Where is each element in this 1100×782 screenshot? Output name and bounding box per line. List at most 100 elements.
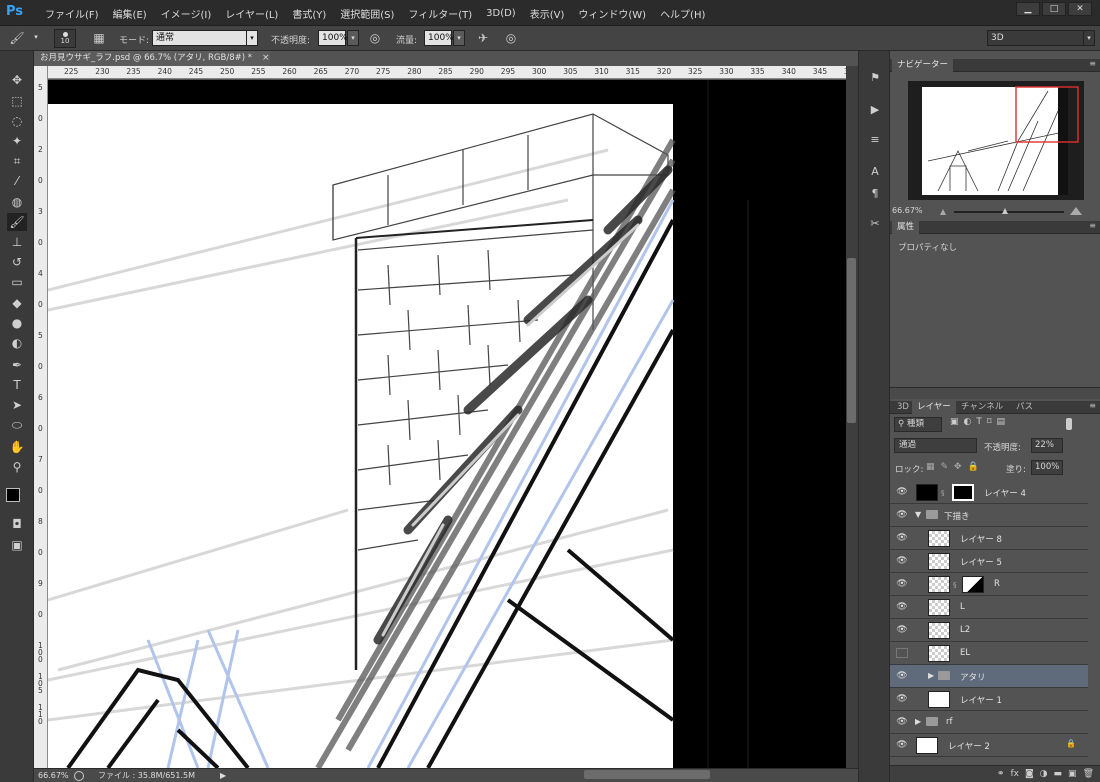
brush-panel-icon[interactable]: ▦: [90, 30, 108, 47]
chevron-down-icon[interactable]: ▾: [246, 30, 258, 46]
zoom-slider[interactable]: [954, 211, 1064, 213]
menu-window[interactable]: ウィンドウ(W): [571, 6, 653, 21]
history-brush-icon[interactable]: ↺: [7, 253, 27, 271]
type-tool-icon[interactable]: T: [7, 376, 27, 394]
brush-tool-icon[interactable]: 🖌: [8, 30, 26, 47]
quick-mask-icon[interactable]: ◘: [7, 515, 27, 533]
character-panel-icon[interactable]: A: [866, 163, 884, 181]
add-mask-icon[interactable]: ◙: [1025, 769, 1034, 779]
restore-button[interactable]: □: [1042, 2, 1066, 16]
actions-panel-icon[interactable]: ▶: [866, 101, 884, 119]
layer-comps-icon[interactable]: ≡: [866, 131, 884, 149]
history-panel-icon[interactable]: ⚑: [866, 69, 884, 87]
panel-menu-icon[interactable]: ≡: [1089, 401, 1096, 410]
tab-properties[interactable]: 属性: [892, 221, 920, 234]
clone-stamp-icon[interactable]: ⊥: [7, 233, 27, 251]
paragraph-panel-icon[interactable]: ¶: [866, 185, 884, 203]
magic-wand-icon[interactable]: ✦: [7, 132, 27, 150]
opacity-input[interactable]: 100%: [318, 30, 348, 46]
canvas-area[interactable]: [48, 80, 846, 768]
new-layer-icon[interactable]: ▣: [1068, 769, 1077, 779]
layer-row[interactable]: EL: [890, 642, 1088, 665]
lock-icons[interactable]: ▦✎✥🔒: [926, 462, 985, 472]
menu-type[interactable]: 書式(Y): [285, 6, 333, 21]
link-layers-icon[interactable]: ⚭: [997, 769, 1005, 779]
zoom-tool-icon[interactable]: ⚲: [7, 458, 27, 476]
zoom-in-icon[interactable]: [1070, 207, 1082, 215]
layer-mask-thumbnail[interactable]: [962, 576, 984, 593]
layer-row[interactable]: 👁 L: [890, 596, 1088, 619]
status-info-icon[interactable]: [74, 771, 84, 781]
layer-group-row[interactable]: 👁 ▶ rf: [890, 711, 1088, 734]
hand-tool-icon[interactable]: ✋: [7, 438, 27, 456]
zoom-out-icon[interactable]: [940, 209, 946, 215]
eraser-tool-icon[interactable]: ▭: [7, 273, 27, 291]
marquee-tool-icon[interactable]: ⬚: [7, 92, 27, 110]
status-menu-icon[interactable]: ▶: [220, 769, 226, 782]
mode-select[interactable]: 通常: [152, 30, 258, 46]
layer-filter-select[interactable]: ⚲ 種類: [894, 417, 942, 432]
visibility-off-box[interactable]: [896, 648, 908, 658]
airbrush-icon[interactable]: ✈: [474, 30, 492, 47]
chevron-down-icon[interactable]: ▾: [453, 30, 465, 46]
layer-row[interactable]: 👁 レイヤー 1: [890, 688, 1088, 711]
eye-icon[interactable]: 👁: [896, 579, 908, 589]
eye-icon[interactable]: 👁: [896, 533, 908, 543]
pressure-size-icon[interactable]: ◎: [502, 30, 520, 47]
menu-help[interactable]: ヘルプ(H): [653, 6, 712, 21]
chevron-down-icon[interactable]: ▾: [30, 30, 42, 46]
filter-icons[interactable]: ▣◐T⌑▤: [950, 417, 1010, 427]
tool-presets-icon[interactable]: ✂: [866, 215, 884, 233]
healing-brush-icon[interactable]: ◍: [7, 193, 27, 211]
screen-mode-icon[interactable]: ▣: [7, 536, 27, 554]
document-tab[interactable]: お月見ウサギ_ラフ.psd @ 66.7% (アタリ, RGB/8#) *: [34, 51, 270, 66]
layer-group-row-selected[interactable]: 👁 ▶ アタリ: [890, 665, 1088, 688]
ellipse-tool-icon[interactable]: ⬭: [7, 416, 27, 434]
panel-menu-icon[interactable]: ≡: [1089, 221, 1096, 230]
new-group-icon[interactable]: ▬: [1054, 769, 1063, 779]
workspace-select[interactable]: 3D: [987, 30, 1095, 46]
pressure-opacity-icon[interactable]: ◎: [366, 30, 384, 47]
flow-input[interactable]: 100%: [424, 30, 454, 46]
foreground-color-swatch[interactable]: [6, 488, 20, 502]
path-select-icon[interactable]: ➤: [7, 396, 27, 414]
menu-3d[interactable]: 3D(D): [479, 8, 523, 19]
layer-row[interactable]: 👁 レイヤー 5: [890, 550, 1088, 573]
tab-layers[interactable]: レイヤー: [912, 401, 956, 414]
eyedropper-icon[interactable]: ⁄: [7, 172, 27, 190]
zoom-level[interactable]: 66.67%: [38, 769, 69, 782]
chevron-down-icon[interactable]: ▼: [915, 510, 921, 519]
brush-tool-icon[interactable]: 🖌: [7, 213, 27, 231]
eye-icon[interactable]: 👁: [896, 625, 908, 635]
menu-view[interactable]: 表示(V): [523, 6, 572, 21]
trash-icon[interactable]: 🗑: [1083, 769, 1094, 779]
tab-3d[interactable]: 3D: [892, 401, 914, 414]
horizontal-scroll-thumb[interactable]: [584, 770, 710, 779]
layer-style-icon[interactable]: fx: [1010, 769, 1019, 779]
move-tool-icon[interactable]: ✥: [7, 71, 27, 89]
minimize-button[interactable]: ▁: [1016, 2, 1040, 16]
panel-menu-icon[interactable]: ≡: [1089, 59, 1096, 68]
chevron-down-icon[interactable]: ▾: [347, 30, 359, 46]
eye-icon[interactable]: 👁: [896, 694, 908, 704]
layer-group-row[interactable]: 👁 ▼ 下描き: [890, 504, 1088, 527]
eye-icon[interactable]: 👁: [896, 717, 908, 727]
vertical-scroll-thumb[interactable]: [847, 258, 856, 423]
eye-icon[interactable]: 👁: [896, 510, 908, 520]
layer-row[interactable]: 👁 L2: [890, 619, 1088, 642]
chevron-right-icon[interactable]: ▶: [915, 717, 921, 726]
layer-row[interactable]: 👁 § レイヤー 4: [890, 481, 1088, 504]
navigator-zoom[interactable]: 66.67%: [892, 206, 923, 215]
eye-icon[interactable]: 👁: [896, 487, 908, 497]
layer-row[interactable]: 👁 レイヤー 8: [890, 527, 1088, 550]
eye-icon[interactable]: 👁: [896, 740, 908, 750]
layer-row[interactable]: 👁 § R: [890, 573, 1088, 596]
menu-filter[interactable]: フィルター(T): [401, 6, 479, 21]
menu-layer[interactable]: レイヤー(L): [218, 6, 285, 21]
menu-file[interactable]: ファイル(F): [38, 6, 106, 21]
crop-tool-icon[interactable]: ⌗: [7, 152, 27, 170]
tab-paths[interactable]: パス: [1011, 401, 1038, 414]
fill-input[interactable]: 100%: [1031, 460, 1063, 475]
menu-select[interactable]: 選択範囲(S): [333, 6, 401, 21]
paint-bucket-icon[interactable]: ◆: [7, 294, 27, 312]
